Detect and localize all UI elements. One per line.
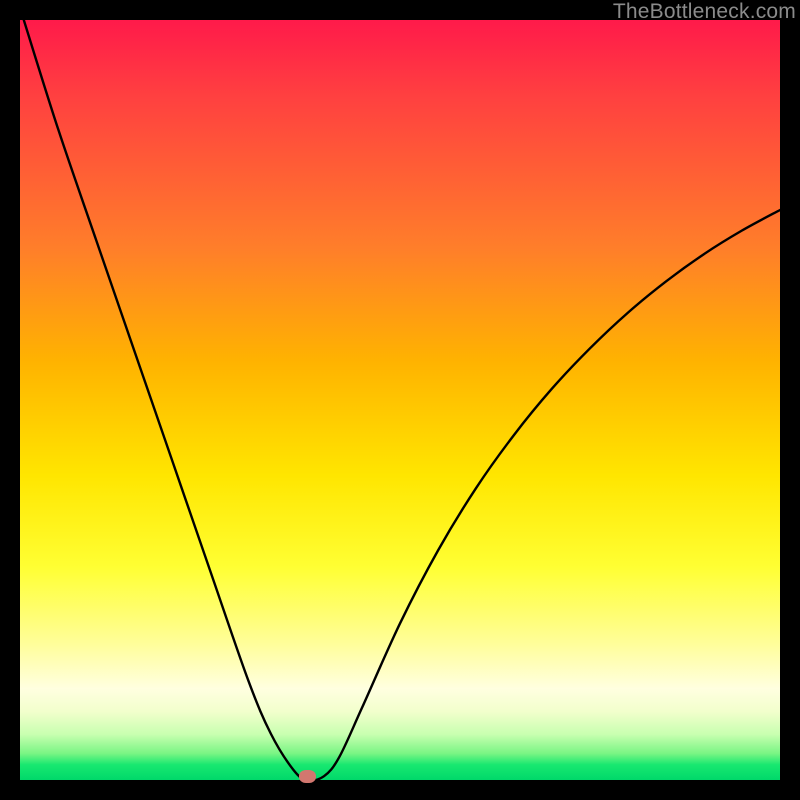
watermark-text: TheBottleneck.com xyxy=(613,0,796,24)
chart-frame xyxy=(20,20,780,780)
bottleneck-curve-svg xyxy=(20,20,780,780)
optimum-marker xyxy=(299,770,316,783)
bottleneck-curve-path xyxy=(24,20,780,780)
